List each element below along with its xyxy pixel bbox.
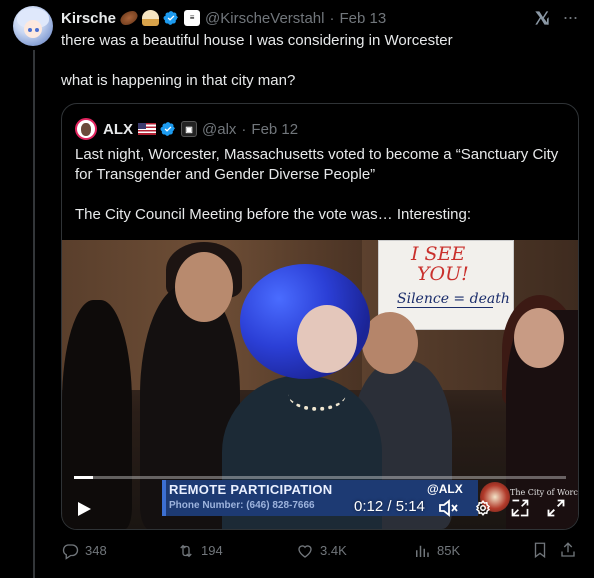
football-emoji-icon <box>118 8 140 28</box>
quoted-avatar[interactable] <box>75 118 97 140</box>
play-icon[interactable] <box>76 501 92 517</box>
post-text: there was a beautiful house I was consid… <box>61 31 571 111</box>
affiliate-badge-icon[interactable]: ≡ <box>184 10 201 26</box>
quoted-para-1: Last night, Worcester, Massachusetts vot… <box>75 146 559 183</box>
volume-icon[interactable] <box>438 499 458 517</box>
banner-title: REMOTE PARTICIPATION <box>169 482 333 497</box>
person-silhouette <box>62 300 132 529</box>
banner-phone: Phone Number: (646) 828-7666 <box>169 500 315 511</box>
affiliate-badge-icon[interactable]: ▣ <box>181 121 197 137</box>
sign-line-3: Silence = death <box>397 291 510 307</box>
post-line-1: there was a beautiful house I was consid… <box>61 32 453 49</box>
cupcake-emoji-icon <box>142 10 160 26</box>
reply-icon <box>62 544 79 560</box>
fullscreen-icon[interactable] <box>546 498 566 518</box>
quoted-post[interactable]: ALX ▣ @alx · Feb 12 Last night, Worceste… <box>61 103 579 530</box>
more-icon[interactable]: ··· <box>560 8 580 28</box>
person-face <box>514 308 564 368</box>
post-line-2: what is happening in that city man? <box>61 72 296 89</box>
views-count: 85K <box>437 543 461 558</box>
quoted-text: Last night, Worcester, Massachusetts vot… <box>75 145 570 245</box>
share-button[interactable] <box>559 541 583 559</box>
author-name[interactable]: Kirsche <box>61 10 116 27</box>
like-icon <box>298 545 312 558</box>
speaker-face <box>297 305 357 373</box>
person-face <box>175 252 233 322</box>
separator-dot: · <box>329 9 335 27</box>
us-flag-icon <box>138 123 156 135</box>
quoted-date[interactable]: Feb 12 <box>251 121 298 138</box>
bookmark-icon <box>534 542 546 559</box>
avatar[interactable] <box>13 6 53 46</box>
sign-line-2: YOU! <box>417 263 469 285</box>
banner-accent <box>162 480 166 516</box>
repost-button[interactable]: 194 <box>177 541 223 561</box>
views-button[interactable]: 85K <box>413 541 460 561</box>
reply-button[interactable]: 348 <box>61 541 107 561</box>
repost-count: 194 <box>201 543 223 558</box>
quoted-header: ALX ▣ @alx · Feb 12 <box>75 118 298 140</box>
like-button[interactable]: 3.4K <box>296 541 347 561</box>
author-handle[interactable]: @KirscheVerstahl <box>205 10 324 27</box>
post-date[interactable]: Feb 13 <box>339 10 386 27</box>
like-count: 3.4K <box>320 543 347 558</box>
video-progress-fill <box>74 476 93 479</box>
city-seal-text: The City of Worcester <box>510 488 578 497</box>
video-progress-bar[interactable] <box>74 476 566 479</box>
thread-line <box>33 50 35 578</box>
reply-count: 348 <box>85 543 107 558</box>
quoted-handle[interactable]: @alx <box>202 121 236 138</box>
share-icon <box>561 542 575 557</box>
quoted-author-name[interactable]: ALX <box>103 121 133 138</box>
verified-badge-icon[interactable] <box>163 10 179 26</box>
video-time: 0:12 / 5:14 <box>354 498 425 515</box>
grok-icon[interactable] <box>532 8 552 28</box>
pip-icon[interactable] <box>510 498 530 518</box>
banner-brand: @ALX <box>427 482 463 496</box>
pearl-necklace <box>288 377 346 411</box>
separator-dot: · <box>241 120 247 138</box>
quoted-para-2: The City Council Meeting before the vote… <box>75 206 472 223</box>
verified-badge-icon[interactable] <box>160 121 176 137</box>
repost-icon <box>180 544 192 558</box>
bookmark-button[interactable] <box>531 541 555 559</box>
post-header: Kirsche ≡ @KirscheVerstahl · Feb 13 <box>61 8 386 28</box>
action-bar: 348 194 3.4K 85K <box>61 541 581 563</box>
sign-line-1: I SEE <box>411 243 466 265</box>
gear-icon[interactable] <box>474 499 492 517</box>
views-icon <box>416 545 429 557</box>
video-player[interactable]: I SEE YOU! Silence = death REMOTE PARTIC… <box>62 240 578 529</box>
person-face <box>362 312 418 374</box>
